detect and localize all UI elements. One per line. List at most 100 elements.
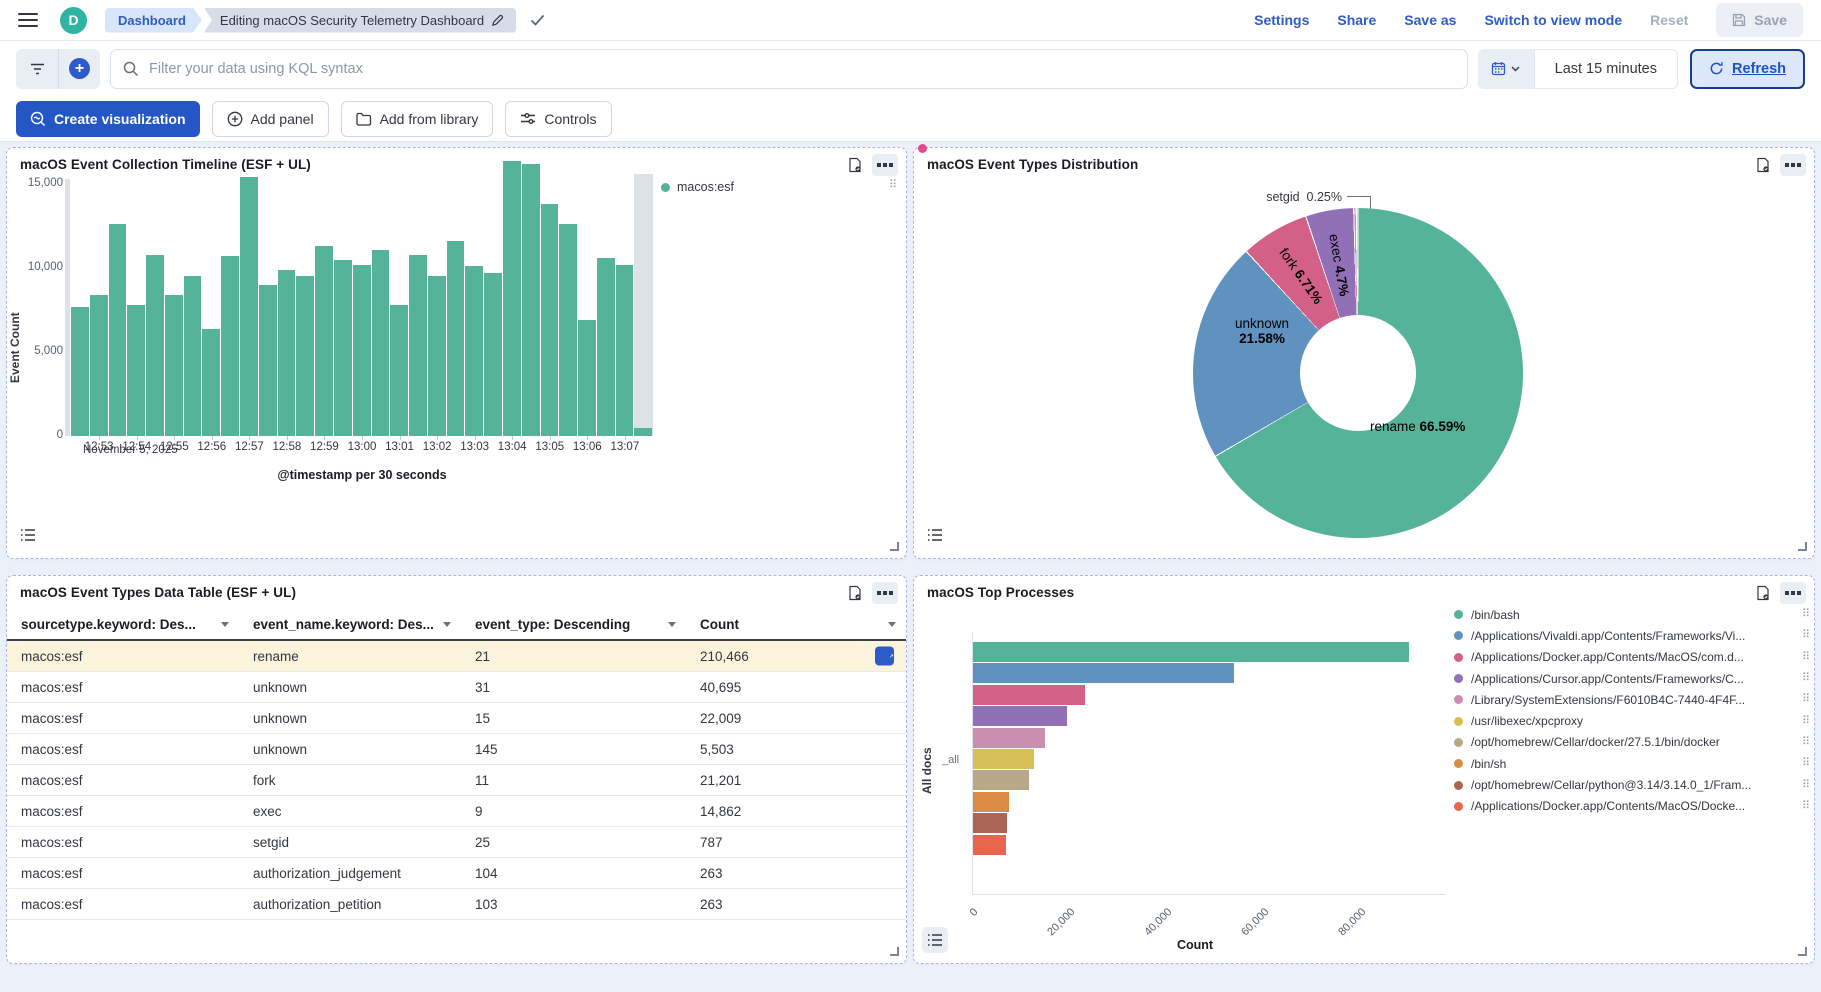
timeline-bar[interactable] [522, 164, 540, 436]
table-column-header[interactable]: sourcetype.keyword: Des... [7, 617, 239, 632]
save-button[interactable]: Save [1716, 3, 1803, 37]
legend-item[interactable]: /Applications/Docker.app/Contents/MacOS/… [1454, 647, 1810, 668]
add-panel-button[interactable]: Add panel [212, 101, 329, 137]
timeline-bar[interactable] [109, 224, 127, 436]
edit-visualization-icon[interactable] [842, 154, 868, 176]
panel-resize-handle[interactable] [1798, 542, 1807, 551]
legend-actions-icon[interactable]: ⠿ [1802, 737, 1810, 748]
edit-visualization-icon[interactable] [1750, 582, 1776, 604]
legend-actions-icon[interactable]: ⠿ [1802, 652, 1810, 663]
save-as-link[interactable]: Save as [1404, 12, 1456, 28]
reset-link[interactable]: Reset [1650, 12, 1688, 28]
panel-resize-handle[interactable] [1798, 947, 1807, 956]
table-column-header[interactable]: event_type: Descending [461, 617, 686, 632]
timeline-bar[interactable] [428, 276, 446, 436]
timeline-bar[interactable] [90, 295, 108, 436]
timeline-bar[interactable] [353, 265, 371, 436]
timeline-bar[interactable] [616, 265, 634, 436]
timeline-bar[interactable] [127, 305, 145, 436]
refresh-button[interactable]: Refresh [1690, 49, 1805, 89]
add-from-library-button[interactable]: Add from library [341, 101, 494, 137]
timeline-bar[interactable] [503, 161, 521, 436]
legend-actions-icon[interactable]: ⠿ [1802, 801, 1810, 812]
barh-bar[interactable] [973, 642, 1409, 662]
timeline-bar[interactable] [390, 305, 408, 436]
legend-item[interactable]: /bin/bash⠿ [1454, 604, 1810, 625]
space-avatar[interactable]: D [60, 7, 87, 34]
kql-query-bar[interactable] [110, 49, 1468, 89]
panel-options-icon[interactable] [1780, 582, 1806, 604]
legend-item[interactable]: /Applications/Vivaldi.app/Contents/Frame… [1454, 625, 1810, 646]
legend-actions-icon[interactable]: ⠿ [889, 180, 897, 191]
barh-bar[interactable] [973, 685, 1085, 705]
table-row[interactable]: macos:esfexec914,862 [7, 796, 906, 827]
barh-bar[interactable] [973, 728, 1045, 748]
timeline-bar[interactable] [165, 295, 183, 436]
table-row[interactable]: macos:esfsetgid25787 [7, 827, 906, 858]
timeline-bar[interactable] [221, 256, 239, 436]
panel-options-icon[interactable] [872, 154, 898, 176]
table-row[interactable]: macos:esfrename21210,466 [7, 641, 906, 672]
date-quick-select-button[interactable] [1478, 49, 1534, 89]
barh-bar[interactable] [973, 835, 1006, 855]
legend-item[interactable]: /bin/sh⠿ [1454, 753, 1810, 774]
legend-actions-icon[interactable]: ⠿ [1802, 716, 1810, 727]
timeline-bar[interactable] [202, 329, 220, 437]
timeline-bar[interactable] [334, 260, 352, 436]
legend-item[interactable]: /Applications/Cursor.app/Contents/Framew… [1454, 668, 1810, 689]
legend-item[interactable]: /Applications/Docker.app/Contents/MacOS/… [1454, 796, 1810, 817]
panel-resize-handle[interactable] [890, 542, 899, 551]
expand-cell-button[interactable] [875, 647, 894, 666]
breadcrumb-dashboard[interactable]: Dashboard [105, 8, 202, 33]
timeline-bar[interactable] [484, 273, 502, 436]
menu-icon[interactable] [18, 13, 38, 27]
legend-actions-icon[interactable]: ⠿ [1802, 609, 1810, 620]
barh-bar[interactable] [973, 749, 1034, 769]
controls-button[interactable]: Controls [505, 101, 611, 137]
timeline-bar[interactable] [259, 285, 277, 436]
legend-actions-icon[interactable]: ⠿ [1802, 780, 1810, 791]
legend-actions-icon[interactable]: ⠿ [1802, 630, 1810, 641]
timeline-bar[interactable] [184, 276, 202, 436]
legend-toggle-icon[interactable] [922, 522, 948, 548]
timeline-bar[interactable] [240, 177, 258, 436]
table-row[interactable]: macos:esfauthorization_judgement104263 [7, 858, 906, 889]
timeline-bar[interactable] [315, 246, 333, 436]
timeline-bar[interactable] [447, 241, 465, 436]
barh-bar[interactable] [973, 792, 1009, 812]
panel-options-icon[interactable] [1780, 154, 1806, 176]
barh-bar[interactable] [973, 706, 1067, 726]
donut-chart[interactable] [1193, 208, 1523, 538]
timeline-bar[interactable] [541, 204, 559, 436]
legend-actions-icon[interactable]: ⠿ [1802, 673, 1810, 684]
kql-search-input[interactable] [149, 61, 1455, 77]
legend-item[interactable]: /opt/homebrew/Cellar/docker/27.5.1/bin/d… [1454, 732, 1810, 753]
table-row[interactable]: macos:esffork1121,201 [7, 765, 906, 796]
add-filter-button[interactable]: + [58, 49, 100, 89]
barh-bar[interactable] [973, 663, 1234, 683]
legend-toggle-icon[interactable] [15, 522, 41, 548]
barh-bar[interactable] [973, 770, 1029, 790]
timeline-bar[interactable] [296, 276, 314, 436]
edit-visualization-icon[interactable] [842, 582, 868, 604]
table-row[interactable]: macos:esfunknown1522,009 [7, 703, 906, 734]
legend-actions-icon[interactable]: ⠿ [1802, 758, 1810, 769]
breadcrumb-current[interactable]: Editing macOS Security Telemetry Dashboa… [204, 8, 516, 33]
table-row[interactable]: macos:esfauthorization_petition103263 [7, 889, 906, 920]
panel-resize-handle[interactable] [890, 947, 899, 956]
legend-item[interactable]: /usr/libexec/xpcproxy⠿ [1454, 710, 1810, 731]
filter-menu-button[interactable] [16, 49, 58, 89]
timeline-legend-item[interactable]: macos:esf [661, 180, 734, 194]
table-column-header[interactable]: event_name.keyword: Des... [239, 617, 461, 632]
timeline-bar[interactable] [278, 270, 296, 436]
timeline-bar[interactable] [71, 307, 89, 436]
legend-actions-icon[interactable]: ⠿ [1802, 694, 1810, 705]
share-link[interactable]: Share [1337, 12, 1376, 28]
timeline-bar[interactable] [634, 428, 652, 436]
panel-options-icon[interactable] [872, 582, 898, 604]
timeline-bar[interactable] [559, 224, 577, 436]
barh-bar[interactable] [973, 813, 1007, 833]
time-range-display[interactable]: Last 15 minutes [1534, 49, 1678, 89]
edit-visualization-icon[interactable] [1750, 154, 1776, 176]
table-row[interactable]: macos:esfunknown3140,695 [7, 672, 906, 703]
